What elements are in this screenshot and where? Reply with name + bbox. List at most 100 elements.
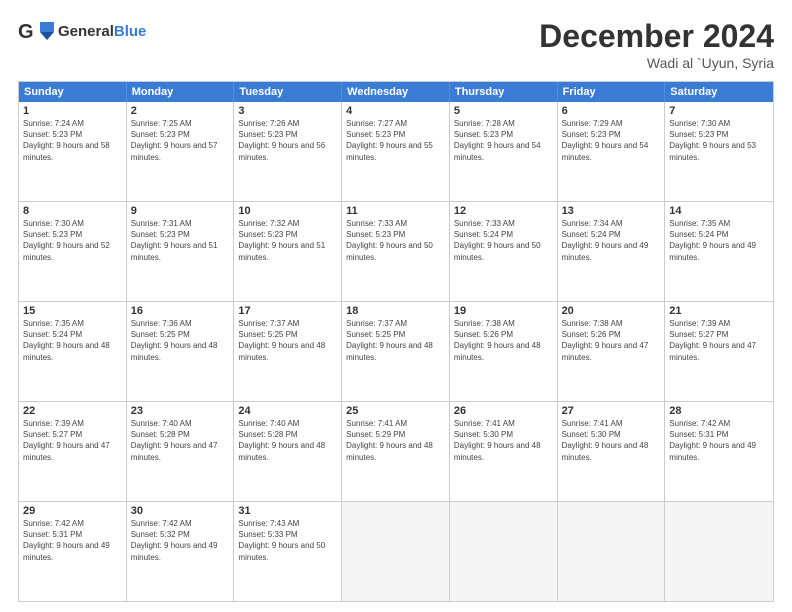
day-number: 25 (346, 405, 445, 417)
day-number: 7 (669, 105, 769, 117)
day-number: 2 (131, 105, 230, 117)
sun-info: Sunrise: 7:36 AMSunset: 5:25 PMDaylight:… (131, 318, 230, 363)
cal-cell-1-4: 4Sunrise: 7:27 AMSunset: 5:23 PMDaylight… (342, 102, 450, 201)
cal-cell-4-3: 24Sunrise: 7:40 AMSunset: 5:28 PMDayligh… (234, 402, 342, 501)
header-sunday: Sunday (19, 82, 127, 102)
logo-general: General (58, 23, 114, 40)
sun-info: Sunrise: 7:30 AMSunset: 5:23 PMDaylight:… (669, 118, 769, 163)
calendar: Sunday Monday Tuesday Wednesday Thursday… (18, 81, 774, 602)
day-number: 24 (238, 405, 337, 417)
sun-info: Sunrise: 7:39 AMSunset: 5:27 PMDaylight:… (669, 318, 769, 363)
sun-info: Sunrise: 7:42 AMSunset: 5:31 PMDaylight:… (669, 418, 769, 463)
cal-cell-2-5: 12Sunrise: 7:33 AMSunset: 5:24 PMDayligh… (450, 202, 558, 301)
sun-info: Sunrise: 7:35 AMSunset: 5:24 PMDaylight:… (23, 318, 122, 363)
day-number: 11 (346, 205, 445, 217)
sun-info: Sunrise: 7:42 AMSunset: 5:31 PMDaylight:… (23, 518, 122, 563)
cal-cell-3-4: 18Sunrise: 7:37 AMSunset: 5:25 PMDayligh… (342, 302, 450, 401)
sun-info: Sunrise: 7:40 AMSunset: 5:28 PMDaylight:… (238, 418, 337, 463)
sun-info: Sunrise: 7:38 AMSunset: 5:26 PMDaylight:… (562, 318, 661, 363)
cal-cell-1-6: 6Sunrise: 7:29 AMSunset: 5:23 PMDaylight… (558, 102, 666, 201)
sun-info: Sunrise: 7:38 AMSunset: 5:26 PMDaylight:… (454, 318, 553, 363)
header-saturday: Saturday (665, 82, 773, 102)
logo: G GeneralBlue (18, 18, 146, 46)
cal-cell-2-1: 8Sunrise: 7:30 AMSunset: 5:23 PMDaylight… (19, 202, 127, 301)
sun-info: Sunrise: 7:40 AMSunset: 5:28 PMDaylight:… (131, 418, 230, 463)
day-number: 14 (669, 205, 769, 217)
cal-cell-5-6 (558, 502, 666, 601)
day-number: 31 (238, 505, 337, 517)
day-number: 15 (23, 305, 122, 317)
cal-cell-5-2: 30Sunrise: 7:42 AMSunset: 5:32 PMDayligh… (127, 502, 235, 601)
sun-info: Sunrise: 7:33 AMSunset: 5:24 PMDaylight:… (454, 218, 553, 263)
cal-row-3: 15Sunrise: 7:35 AMSunset: 5:24 PMDayligh… (19, 302, 773, 402)
cal-cell-1-5: 5Sunrise: 7:28 AMSunset: 5:23 PMDaylight… (450, 102, 558, 201)
day-number: 26 (454, 405, 553, 417)
sun-info: Sunrise: 7:35 AMSunset: 5:24 PMDaylight:… (669, 218, 769, 263)
cal-cell-3-7: 21Sunrise: 7:39 AMSunset: 5:27 PMDayligh… (665, 302, 773, 401)
header-wednesday: Wednesday (342, 82, 450, 102)
day-number: 20 (562, 305, 661, 317)
day-number: 1 (23, 105, 122, 117)
cal-cell-1-2: 2Sunrise: 7:25 AMSunset: 5:23 PMDaylight… (127, 102, 235, 201)
day-number: 10 (238, 205, 337, 217)
calendar-body: 1Sunrise: 7:24 AMSunset: 5:23 PMDaylight… (19, 102, 773, 601)
cal-cell-1-7: 7Sunrise: 7:30 AMSunset: 5:23 PMDaylight… (665, 102, 773, 201)
cal-cell-1-1: 1Sunrise: 7:24 AMSunset: 5:23 PMDaylight… (19, 102, 127, 201)
sun-info: Sunrise: 7:37 AMSunset: 5:25 PMDaylight:… (346, 318, 445, 363)
sun-info: Sunrise: 7:25 AMSunset: 5:23 PMDaylight:… (131, 118, 230, 163)
cal-cell-3-1: 15Sunrise: 7:35 AMSunset: 5:24 PMDayligh… (19, 302, 127, 401)
header-thursday: Thursday (450, 82, 558, 102)
sun-info: Sunrise: 7:41 AMSunset: 5:29 PMDaylight:… (346, 418, 445, 463)
logo-blue: Blue (114, 23, 147, 40)
day-number: 16 (131, 305, 230, 317)
day-number: 28 (669, 405, 769, 417)
cal-cell-5-4 (342, 502, 450, 601)
day-number: 8 (23, 205, 122, 217)
cal-cell-4-5: 26Sunrise: 7:41 AMSunset: 5:30 PMDayligh… (450, 402, 558, 501)
logo-icon: G (18, 18, 54, 46)
sun-info: Sunrise: 7:34 AMSunset: 5:24 PMDaylight:… (562, 218, 661, 263)
sun-info: Sunrise: 7:39 AMSunset: 5:27 PMDaylight:… (23, 418, 122, 463)
header: G GeneralBlue December 2024 Wadi al `Uyu… (18, 18, 774, 71)
cal-row-1: 1Sunrise: 7:24 AMSunset: 5:23 PMDaylight… (19, 102, 773, 202)
cal-cell-2-2: 9Sunrise: 7:31 AMSunset: 5:23 PMDaylight… (127, 202, 235, 301)
day-number: 6 (562, 105, 661, 117)
sun-info: Sunrise: 7:32 AMSunset: 5:23 PMDaylight:… (238, 218, 337, 263)
sun-info: Sunrise: 7:28 AMSunset: 5:23 PMDaylight:… (454, 118, 553, 163)
cal-row-4: 22Sunrise: 7:39 AMSunset: 5:27 PMDayligh… (19, 402, 773, 502)
cal-cell-2-3: 10Sunrise: 7:32 AMSunset: 5:23 PMDayligh… (234, 202, 342, 301)
header-friday: Friday (558, 82, 666, 102)
cal-cell-2-6: 13Sunrise: 7:34 AMSunset: 5:24 PMDayligh… (558, 202, 666, 301)
day-number: 19 (454, 305, 553, 317)
cal-cell-2-7: 14Sunrise: 7:35 AMSunset: 5:24 PMDayligh… (665, 202, 773, 301)
cal-cell-5-1: 29Sunrise: 7:42 AMSunset: 5:31 PMDayligh… (19, 502, 127, 601)
day-number: 13 (562, 205, 661, 217)
header-tuesday: Tuesday (234, 82, 342, 102)
day-number: 30 (131, 505, 230, 517)
header-monday: Monday (127, 82, 235, 102)
cal-cell-4-6: 27Sunrise: 7:41 AMSunset: 5:30 PMDayligh… (558, 402, 666, 501)
sun-info: Sunrise: 7:41 AMSunset: 5:30 PMDaylight:… (454, 418, 553, 463)
title-area: December 2024 Wadi al `Uyun, Syria (539, 18, 774, 71)
cal-cell-4-2: 23Sunrise: 7:40 AMSunset: 5:28 PMDayligh… (127, 402, 235, 501)
cal-cell-3-5: 19Sunrise: 7:38 AMSunset: 5:26 PMDayligh… (450, 302, 558, 401)
day-number: 5 (454, 105, 553, 117)
cal-cell-4-7: 28Sunrise: 7:42 AMSunset: 5:31 PMDayligh… (665, 402, 773, 501)
sun-info: Sunrise: 7:31 AMSunset: 5:23 PMDaylight:… (131, 218, 230, 263)
cal-cell-3-6: 20Sunrise: 7:38 AMSunset: 5:26 PMDayligh… (558, 302, 666, 401)
sun-info: Sunrise: 7:37 AMSunset: 5:25 PMDaylight:… (238, 318, 337, 363)
day-number: 29 (23, 505, 122, 517)
cal-cell-4-1: 22Sunrise: 7:39 AMSunset: 5:27 PMDayligh… (19, 402, 127, 501)
cal-cell-5-5 (450, 502, 558, 601)
month-title: December 2024 (539, 18, 774, 55)
day-number: 9 (131, 205, 230, 217)
sun-info: Sunrise: 7:33 AMSunset: 5:23 PMDaylight:… (346, 218, 445, 263)
day-number: 3 (238, 105, 337, 117)
sun-info: Sunrise: 7:24 AMSunset: 5:23 PMDaylight:… (23, 118, 122, 163)
cal-row-5: 29Sunrise: 7:42 AMSunset: 5:31 PMDayligh… (19, 502, 773, 601)
cal-cell-4-4: 25Sunrise: 7:41 AMSunset: 5:29 PMDayligh… (342, 402, 450, 501)
cal-cell-5-7 (665, 502, 773, 601)
day-number: 17 (238, 305, 337, 317)
day-number: 22 (23, 405, 122, 417)
location: Wadi al `Uyun, Syria (539, 55, 774, 71)
